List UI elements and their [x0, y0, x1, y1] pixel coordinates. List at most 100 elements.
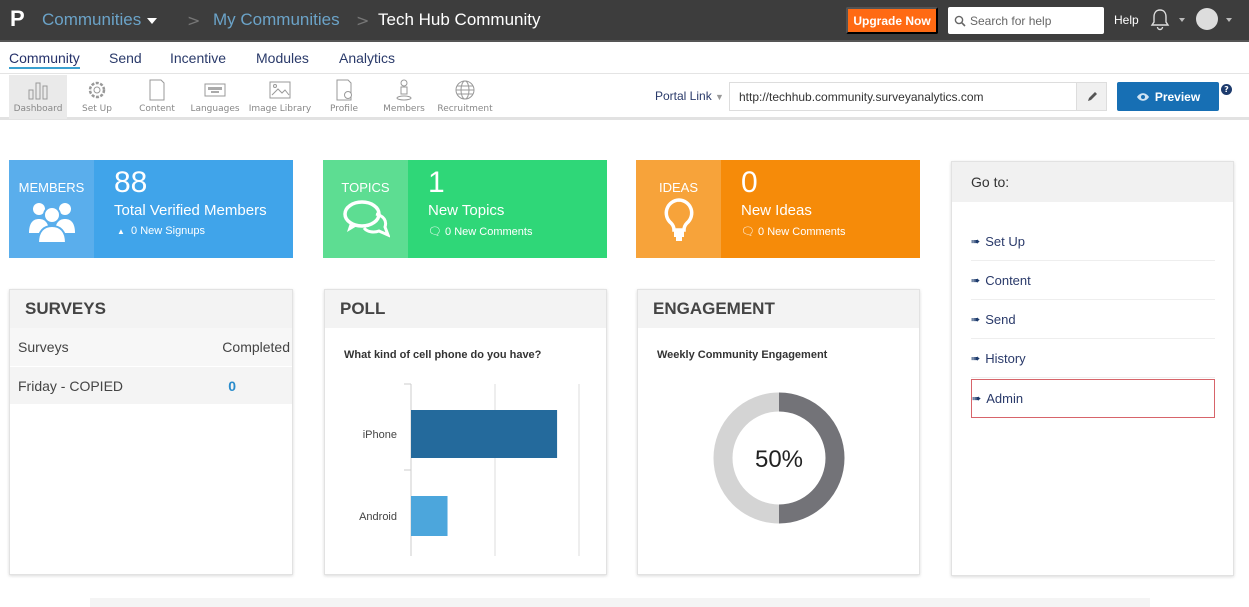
keyboard-icon — [204, 83, 226, 97]
ideas-new-comments: 0 New Comments — [758, 226, 846, 238]
poll-bar-android — [411, 496, 448, 536]
top-bar: P Communities > My Communities > Tech Hu… — [0, 0, 1249, 42]
document-icon — [149, 79, 165, 101]
tab-analytics[interactable]: Analytics — [339, 50, 395, 66]
help-search-input[interactable] — [970, 13, 1095, 28]
tab-modules[interactable]: Modules — [256, 50, 309, 66]
surveys-table-header: Surveys Completed — [10, 328, 292, 366]
toolbar-dashboard[interactable]: Dashboard — [9, 75, 67, 119]
poll-chart: iPhone Android — [359, 383, 580, 556]
toolbar-set-up[interactable]: Set Up — [72, 75, 122, 119]
members-card[interactable]: MEMBERS 88 Total Verified Members ▲ 0 Ne… — [9, 160, 293, 258]
chevron-down-icon: ▼ — [715, 92, 724, 102]
help-search[interactable] — [948, 7, 1104, 34]
bar-chart-icon — [28, 82, 48, 100]
goto-title: Go to: — [952, 162, 1233, 202]
poll-question: What kind of cell phone do you have? — [344, 349, 542, 361]
goto-panel: Go to: ➠ Set Up ➠ Content ➠ Send ➠ History ➠ Admi… — [951, 161, 1234, 576]
ideas-count: 0 — [741, 166, 758, 199]
new-signups: 0 New Signups — [131, 225, 206, 237]
search-icon — [954, 15, 966, 27]
tab-send[interactable]: Send — [109, 50, 142, 66]
profile-icon — [336, 79, 352, 101]
sign-in-icon: ➠ — [971, 352, 981, 365]
chat-bubbles-icon — [342, 200, 390, 238]
users-icon — [28, 203, 75, 243]
main-nav: Community Send Incentive Modules Analyti… — [0, 44, 1249, 74]
comment-icon: 🗨︎ — [428, 226, 442, 238]
breadcrumb-separator: > — [187, 11, 201, 30]
pencil-icon — [1087, 91, 1097, 101]
ideas-card[interactable]: IDEAS 0 New Ideas 🗨︎ 0 New Comments — [636, 160, 920, 258]
toolbar-languages[interactable]: Languages — [189, 75, 241, 119]
goto-item-label: History — [985, 350, 1026, 366]
edit-url-button[interactable] — [1076, 83, 1106, 110]
preview-button[interactable]: Preview — [1117, 82, 1219, 111]
engagement-panel: ENGAGEMENT Weekly Community Engagement 5… — [637, 289, 920, 575]
toolbar-profile[interactable]: Profile — [320, 75, 368, 119]
bell-icon[interactable] — [1149, 7, 1171, 31]
members-label: Total Verified Members — [114, 202, 267, 219]
portal-url-field — [729, 82, 1107, 111]
survey-completed[interactable]: 0 — [228, 378, 236, 394]
breadcrumb-communities[interactable]: Communities — [42, 10, 158, 30]
chevron-down-icon — [147, 17, 158, 24]
user-dropdown-icon[interactable] — [1226, 18, 1232, 22]
app-logo[interactable]: P — [10, 6, 25, 32]
user-avatar[interactable] — [1196, 8, 1218, 30]
surveys-title: SURVEYS — [10, 290, 292, 328]
page-bottom-edge — [90, 598, 1150, 607]
goto-item-label: Admin — [986, 391, 1024, 406]
poll-bar-iphone — [411, 410, 558, 458]
caret-up-icon: ▲ — [117, 227, 125, 236]
tab-community[interactable]: Community — [9, 50, 80, 69]
eye-icon — [1136, 92, 1149, 101]
goto-item-admin[interactable]: ➠ Admin — [971, 379, 1215, 418]
tab-incentive[interactable]: Incentive — [170, 50, 226, 66]
goto-item-history[interactable]: ➠ History — [971, 339, 1215, 378]
column-completed: Completed — [222, 339, 290, 355]
upgrade-now-button[interactable]: Upgrade Now — [846, 7, 938, 34]
globe-icon — [455, 80, 475, 100]
survey-name[interactable]: Friday - COPIED — [18, 378, 123, 394]
portal-link-dropdown[interactable]: Portal Link ▼ — [655, 89, 724, 103]
poll-category-label: iPhone — [363, 429, 397, 441]
engagement-title: ENGAGEMENT — [638, 290, 919, 328]
gear-icon — [88, 81, 106, 99]
comment-icon: 🗨︎ — [741, 226, 755, 238]
topics-card-title: TOPICS — [341, 180, 390, 195]
portal-url-input[interactable] — [730, 83, 1076, 110]
surveys-panel: SURVEYS Surveys Completed Friday - COPIE… — [9, 289, 293, 575]
column-surveys: Surveys — [18, 339, 69, 355]
topics-new-comments: 0 New Comments — [445, 226, 533, 238]
toolbar-content[interactable]: Content — [132, 75, 182, 119]
breadcrumb-current: Tech Hub Community — [378, 10, 541, 29]
help-icon[interactable]: ? — [1221, 84, 1232, 95]
donut-center-label: 50% — [755, 446, 803, 473]
members-count: 88 — [114, 166, 148, 199]
toolbar-members[interactable]: Members — [379, 75, 429, 119]
goto-item-send[interactable]: ➠ Send — [971, 300, 1215, 339]
toolbar-recruitment[interactable]: Recruitment — [435, 75, 495, 119]
members-card-title: MEMBERS — [18, 180, 85, 195]
goto-item-content[interactable]: ➠ Content — [971, 261, 1215, 300]
breadcrumb-my-communities[interactable]: My Communities — [213, 10, 340, 30]
poll-title: POLL — [325, 290, 606, 328]
sign-in-icon: ➠ — [972, 393, 982, 405]
help-link[interactable]: Help — [1114, 13, 1139, 27]
table-row[interactable]: Friday - COPIED 0 — [10, 366, 292, 404]
sign-in-icon: ➠ — [971, 274, 981, 287]
poll-category-label: Android — [359, 511, 397, 523]
toolbar-image-library[interactable]: Image Library — [248, 75, 312, 119]
image-icon — [269, 81, 291, 99]
poll-panel: POLL What kind of cell phone do you have… — [324, 289, 607, 575]
ideas-label: New Ideas — [741, 202, 812, 219]
topics-card[interactable]: TOPICS 1 New Topics 🗨︎ 0 New Comments — [323, 160, 607, 258]
sign-in-icon: ➠ — [971, 313, 981, 326]
goto-item-set-up[interactable]: ➠ Set Up — [971, 222, 1215, 261]
ideas-card-title: IDEAS — [658, 180, 698, 195]
person-icon — [396, 79, 412, 101]
notifications-dropdown-icon[interactable] — [1179, 18, 1185, 22]
goto-item-label: Set Up — [985, 233, 1025, 249]
engagement-donut-chart: 50% — [713, 392, 845, 524]
